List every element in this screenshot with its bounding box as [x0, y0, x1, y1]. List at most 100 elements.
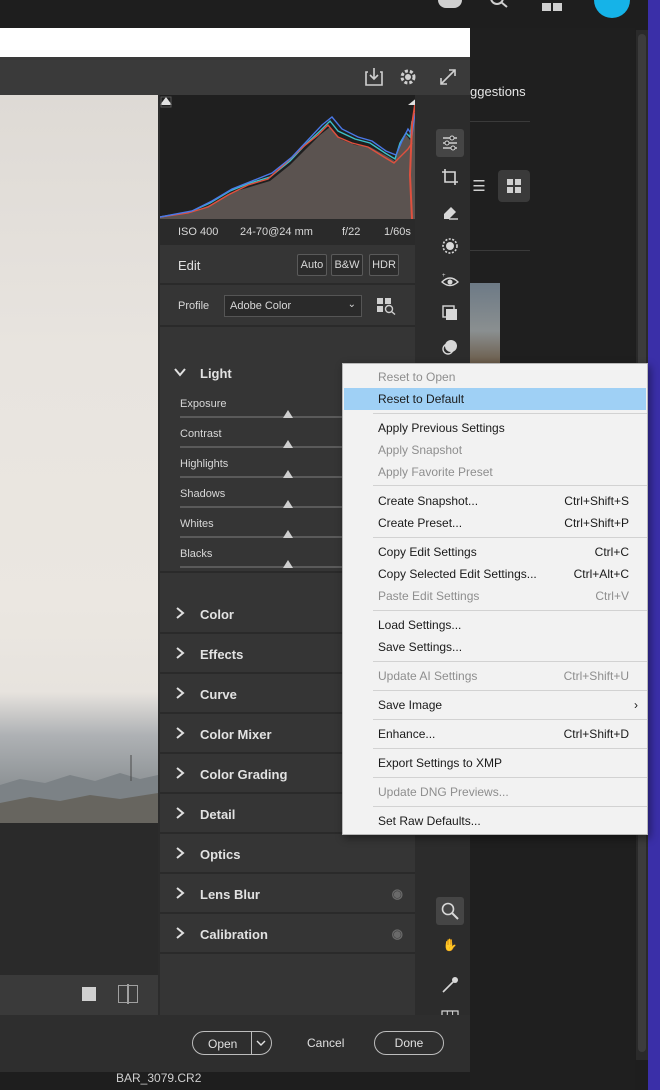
menu-item-enhance[interactable]: Enhance... Ctrl+Shift+D [344, 723, 646, 745]
mask-icon[interactable] [436, 232, 464, 260]
photo-preview[interactable] [0, 95, 158, 823]
slider-track[interactable] [180, 506, 345, 508]
menu-item-label: Paste Edit Settings [378, 589, 480, 603]
view-mode-icon[interactable] [82, 987, 96, 1001]
menu-item-copy-edit-settings[interactable]: Copy Edit Settings Ctrl+C [344, 541, 646, 563]
menu-item-create-snapshot[interactable]: Create Snapshot... Ctrl+Shift+S [344, 490, 646, 512]
grid-view-icon[interactable] [498, 170, 530, 202]
menu-item-load-settings[interactable]: Load Settings... [344, 614, 646, 636]
save-image-icon[interactable] [362, 65, 386, 89]
eraser-icon[interactable] [436, 198, 464, 226]
menu-item-save-settings[interactable]: Save Settings... [344, 636, 646, 658]
menu-item-set-raw-defaults[interactable]: Set Raw Defaults... [344, 810, 646, 832]
menu-item-create-preset[interactable]: Create Preset... Ctrl+Shift+P [344, 512, 646, 534]
window-edge [648, 0, 660, 1090]
crop-icon[interactable] [436, 163, 464, 191]
menu-item-label: Save Image [378, 698, 443, 712]
menu-item-label: Reset to Open [378, 370, 456, 384]
bw-button[interactable]: B&W [331, 254, 363, 276]
slider-thumb[interactable] [283, 470, 293, 478]
slider-thumb[interactable] [283, 530, 293, 538]
menu-item-update-ai-settings[interactable]: Update AI Settings Ctrl+Shift+U [344, 665, 646, 687]
menu-item-apply-favorite-preset[interactable]: Apply Favorite Preset [344, 461, 646, 483]
suggestions-tab[interactable]: ggestions [470, 84, 526, 99]
profile-select[interactable]: Adobe Color ⌄ [224, 295, 362, 317]
edit-sliders-icon[interactable] [436, 129, 464, 157]
menu-item-paste-edit-settings[interactable]: Paste Edit Settings Ctrl+V [344, 585, 646, 607]
slider-track[interactable] [180, 566, 345, 568]
menu-item-label: Copy Selected Edit Settings... [378, 567, 537, 581]
slider-label: Shadows [180, 488, 226, 500]
histogram [159, 95, 418, 220]
slider-track[interactable] [180, 416, 345, 418]
chevron-down-icon[interactable] [255, 1037, 267, 1052]
preview-background [0, 823, 158, 975]
menu-item-label: Export Settings to XMP [378, 756, 503, 770]
aperture-value: f/22 [342, 226, 361, 238]
done-button[interactable]: Done [374, 1031, 444, 1055]
slider-track[interactable] [180, 536, 345, 538]
avatar[interactable] [594, 0, 630, 18]
eye-icon[interactable]: ◉ [392, 926, 403, 942]
section-optics[interactable]: Optics [160, 836, 415, 874]
menu-item-reset-to-open[interactable]: Reset to Open [344, 366, 646, 388]
menu-separator [373, 777, 647, 778]
photo-thumbnail[interactable] [470, 283, 500, 363]
fullscreen-icon[interactable] [436, 65, 460, 89]
slider-label: Highlights [180, 458, 229, 470]
menu-separator [373, 485, 647, 486]
menu-item-update-dng-previews[interactable]: Update DNG Previews... [344, 781, 646, 803]
app-top-bar [0, 0, 660, 28]
open-button[interactable]: Open [192, 1031, 272, 1055]
chevron-down-icon: ⌄ [347, 299, 356, 310]
menu-item-label: Set Raw Defaults... [378, 814, 481, 828]
menu-item-reset-to-default[interactable]: Reset to Default [344, 388, 646, 410]
eye-icon[interactable]: ◉ [392, 886, 403, 902]
before-after-icon[interactable] [118, 984, 138, 1004]
menu-item-apply-snapshot[interactable]: Apply Snapshot [344, 439, 646, 461]
presets-icon[interactable] [436, 299, 464, 327]
menu-item-copy-selected-edit-settings[interactable]: Copy Selected Edit Settings... Ctrl+Alt+C [344, 563, 646, 585]
menu-item-shortcut: Ctrl+Alt+C [573, 567, 629, 581]
menu-item-label: Update DNG Previews... [378, 785, 509, 799]
menu-item-label: Apply Favorite Preset [378, 465, 493, 479]
slider-track[interactable] [180, 476, 345, 478]
slider-label: Whites [180, 518, 214, 530]
red-eye-icon[interactable]: + [436, 267, 464, 295]
slider-thumb[interactable] [283, 440, 293, 448]
gear-icon[interactable] [396, 65, 420, 89]
menu-item-label: Apply Snapshot [378, 443, 463, 457]
cloud-icon[interactable] [438, 0, 462, 8]
slider-thumb[interactable] [283, 560, 293, 568]
menu-item-export-settings-to-xmp[interactable]: Export Settings to XMP [344, 752, 646, 774]
dialog-title-area [0, 28, 470, 57]
section-lens-blur[interactable]: Lens Blur ◉ [160, 876, 415, 914]
search-icon[interactable] [488, 0, 510, 15]
menu-item-apply-previous-settings[interactable]: Apply Previous Settings [344, 417, 646, 439]
profile-row: Profile Adobe Color ⌄ [160, 287, 415, 327]
menu-item-label: Update AI Settings [378, 669, 478, 683]
edit-title: Edit [178, 258, 201, 273]
section-calibration[interactable]: Calibration ◉ [160, 916, 415, 954]
zoom-icon[interactable] [436, 897, 464, 925]
chevron-right-icon [160, 686, 200, 702]
slider-thumb[interactable] [283, 500, 293, 508]
hdr-button[interactable]: HDR [369, 254, 399, 276]
menu-item-label: Create Snapshot... [378, 494, 479, 508]
slider-track[interactable] [180, 446, 345, 448]
snapshots-icon[interactable] [436, 333, 464, 361]
slider-thumb[interactable] [283, 410, 293, 418]
grid-icon[interactable] [542, 0, 564, 18]
profile-browser-icon[interactable] [376, 297, 396, 316]
section-title: Color [200, 606, 234, 622]
cancel-button[interactable]: Cancel [307, 1036, 344, 1050]
chevron-right-icon [160, 806, 200, 822]
menu-item-save-image[interactable]: Save Image › [344, 694, 646, 716]
divider [470, 250, 530, 251]
auto-button[interactable]: Auto [297, 254, 327, 276]
section-title: Detail [200, 806, 236, 822]
preview-bottom-bar [0, 975, 158, 1015]
eyedropper-icon[interactable] [436, 971, 464, 999]
hand-icon[interactable]: ✋ [436, 931, 464, 959]
dialog-footer: Open Cancel Done [0, 1015, 470, 1072]
